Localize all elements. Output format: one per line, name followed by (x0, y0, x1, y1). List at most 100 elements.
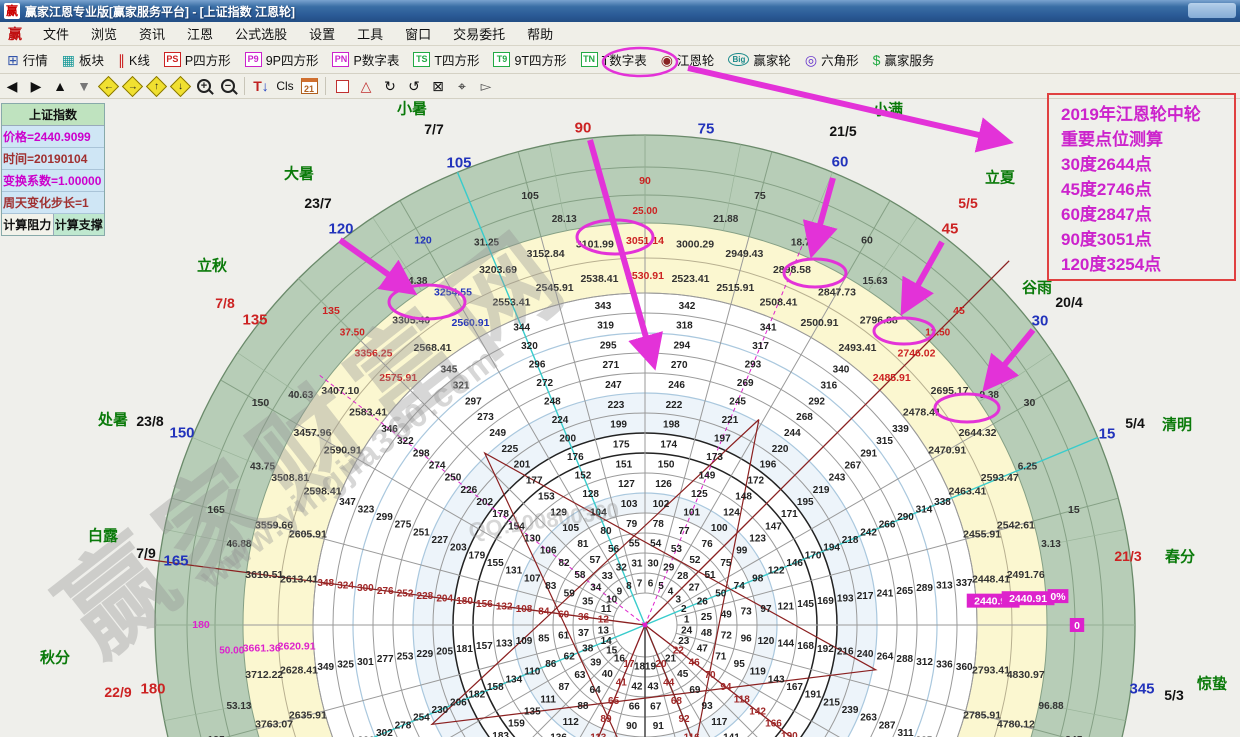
svg-text:15: 15 (1068, 504, 1080, 516)
svg-text:32: 32 (616, 563, 628, 574)
toolbar-label-9t-square: 9T四方形 (514, 50, 566, 69)
svg-text:6.25: 6.25 (1018, 462, 1038, 473)
tool-zoom-out[interactable]: − (216, 75, 240, 97)
tool-shift-up[interactable]: ↑ (144, 75, 168, 97)
menu-工具[interactable]: 工具 (346, 24, 394, 43)
svg-text:119: 119 (750, 667, 767, 678)
tool-select-tool[interactable]: ▻ (474, 75, 498, 97)
svg-text:173: 173 (706, 452, 723, 463)
tool-rotate-cw[interactable]: ↻ (378, 75, 402, 97)
annotation-line-5: 90度3051点 (1061, 227, 1234, 252)
svg-text:288: 288 (896, 654, 913, 665)
svg-text:197: 197 (714, 433, 731, 444)
svg-text:157: 157 (476, 641, 493, 652)
toolbar-label-winner-service: 赢家服务 (884, 50, 934, 69)
svg-text:2620.91: 2620.91 (278, 640, 316, 652)
tool-nav-up[interactable]: ▲ (48, 75, 72, 97)
svg-text:2583.41: 2583.41 (349, 407, 387, 419)
annotation-line-0: 2019年江恩轮中轮 (1061, 102, 1234, 127)
svg-text:120: 120 (758, 636, 775, 647)
svg-text:319: 319 (597, 321, 614, 332)
svg-text:341: 341 (760, 323, 777, 334)
toolbar-winner-wheel[interactable]: Big赢家轮 (721, 48, 797, 72)
svg-text:70: 70 (704, 670, 716, 681)
svg-text:198: 198 (663, 420, 680, 431)
tool-delete-box[interactable]: ⊠ (426, 75, 450, 97)
wheel-label-120: 120 (328, 221, 353, 238)
svg-text:274: 274 (429, 461, 446, 472)
toolbar-quotes[interactable]: ⊞行情 (0, 48, 55, 72)
watermark-url: www.yingjia360.com (193, 340, 506, 597)
svg-text:315: 315 (876, 436, 893, 447)
tool-t-down[interactable]: T↓ (249, 75, 273, 97)
svg-text:170: 170 (805, 550, 822, 561)
svg-text:88: 88 (577, 701, 589, 712)
wheel-label-45: 45 (942, 221, 959, 238)
tool-nav-down[interactable]: ▼ (72, 75, 96, 97)
svg-text:4830.97: 4830.97 (1007, 669, 1045, 681)
toolbar-p-number-table[interactable]: PNP数字表 (325, 48, 406, 72)
svg-text:222: 222 (666, 400, 683, 411)
toolbar-t-number-table[interactable]: TNT数字表 (574, 48, 654, 72)
menu-交易委托[interactable]: 交易委托 (442, 24, 516, 43)
wheel-label-立秋: 立秋 (197, 255, 227, 276)
wheel-label-5/5: 5/5 (958, 195, 977, 211)
svg-text:65: 65 (608, 696, 620, 707)
toolbar-9t-square[interactable]: T99T四方形 (486, 48, 573, 72)
menu-江恩[interactable]: 江恩 (176, 24, 224, 43)
toolbar-kline[interactable]: ∥K线 (111, 48, 157, 72)
tool-calendar[interactable]: 21 (297, 75, 321, 97)
toolbar-t-square[interactable]: TST四方形 (406, 48, 486, 72)
svg-text:72: 72 (721, 631, 733, 642)
svg-text:44: 44 (663, 677, 675, 688)
tool-nav-left[interactable]: ◀ (0, 75, 24, 97)
svg-text:292: 292 (808, 396, 825, 407)
svg-text:316: 316 (821, 380, 838, 391)
svg-text:94: 94 (720, 682, 732, 693)
tool-shift-right[interactable]: → (120, 75, 144, 97)
menu-设置[interactable]: 设置 (298, 24, 346, 43)
menu-帮助[interactable]: 帮助 (516, 24, 564, 43)
toolbar-p-square[interactable]: PSP四方形 (157, 48, 238, 72)
tool-zoom-in[interactable]: + (192, 75, 216, 97)
svg-text:275: 275 (395, 520, 412, 531)
svg-text:19: 19 (645, 662, 657, 673)
tool-fit-tool[interactable]: ⌖ (450, 75, 474, 97)
window-controls[interactable] (1188, 3, 1236, 18)
svg-text:2785.91: 2785.91 (963, 709, 1001, 721)
menu-公式选股[interactable]: 公式选股 (224, 24, 298, 43)
toolbar-label-hexagon: 六角形 (821, 50, 859, 69)
tool-shift-down[interactable]: ↓ (168, 75, 192, 97)
tool-triangle-tool[interactable]: △ (354, 75, 378, 97)
menu-资讯[interactable]: 资讯 (128, 24, 176, 43)
toolbar-gann-wheel[interactable]: ◉江恩轮 (654, 48, 722, 72)
svg-text:147: 147 (765, 521, 782, 532)
svg-text:2847.73: 2847.73 (818, 286, 856, 298)
wheel-label-小满: 小满 (873, 99, 903, 120)
svg-text:105: 105 (521, 190, 539, 202)
svg-text:56: 56 (608, 544, 620, 555)
tool-rotate-ccw[interactable]: ↺ (402, 75, 426, 97)
wheel-label-30: 30 (1032, 313, 1049, 330)
tool-nav-right[interactable]: ▶ (24, 75, 48, 97)
svg-text:3661.36: 3661.36 (243, 642, 281, 654)
toolbar-9p-square[interactable]: P99P四方形 (238, 48, 326, 72)
svg-text:53: 53 (671, 544, 683, 555)
svg-text:106: 106 (540, 546, 557, 557)
menu-窗口[interactable]: 窗口 (394, 24, 442, 43)
menu-浏览[interactable]: 浏览 (80, 24, 128, 43)
toolbar-hexagon[interactable]: ◎六角形 (798, 48, 866, 72)
svg-text:251: 251 (413, 527, 430, 538)
calc-support-button[interactable]: 计算支撑 (54, 214, 105, 235)
tool-cls[interactable]: Cls (273, 75, 297, 97)
calc-resistance-button[interactable]: 计算阻力 (2, 214, 54, 235)
menu-文件[interactable]: 文件 (32, 24, 80, 43)
tool-rect-tool[interactable] (330, 75, 354, 97)
svg-text:225: 225 (502, 444, 519, 455)
svg-text:3305.40: 3305.40 (392, 314, 430, 326)
tool-shift-left[interactable]: ← (96, 75, 120, 97)
wheel-label-白露: 白露 (88, 525, 118, 546)
toolbar-sectors[interactable]: ▦板块 (55, 48, 111, 72)
svg-text:80: 80 (600, 526, 612, 537)
toolbar-winner-service[interactable]: $赢家服务 (866, 48, 942, 72)
